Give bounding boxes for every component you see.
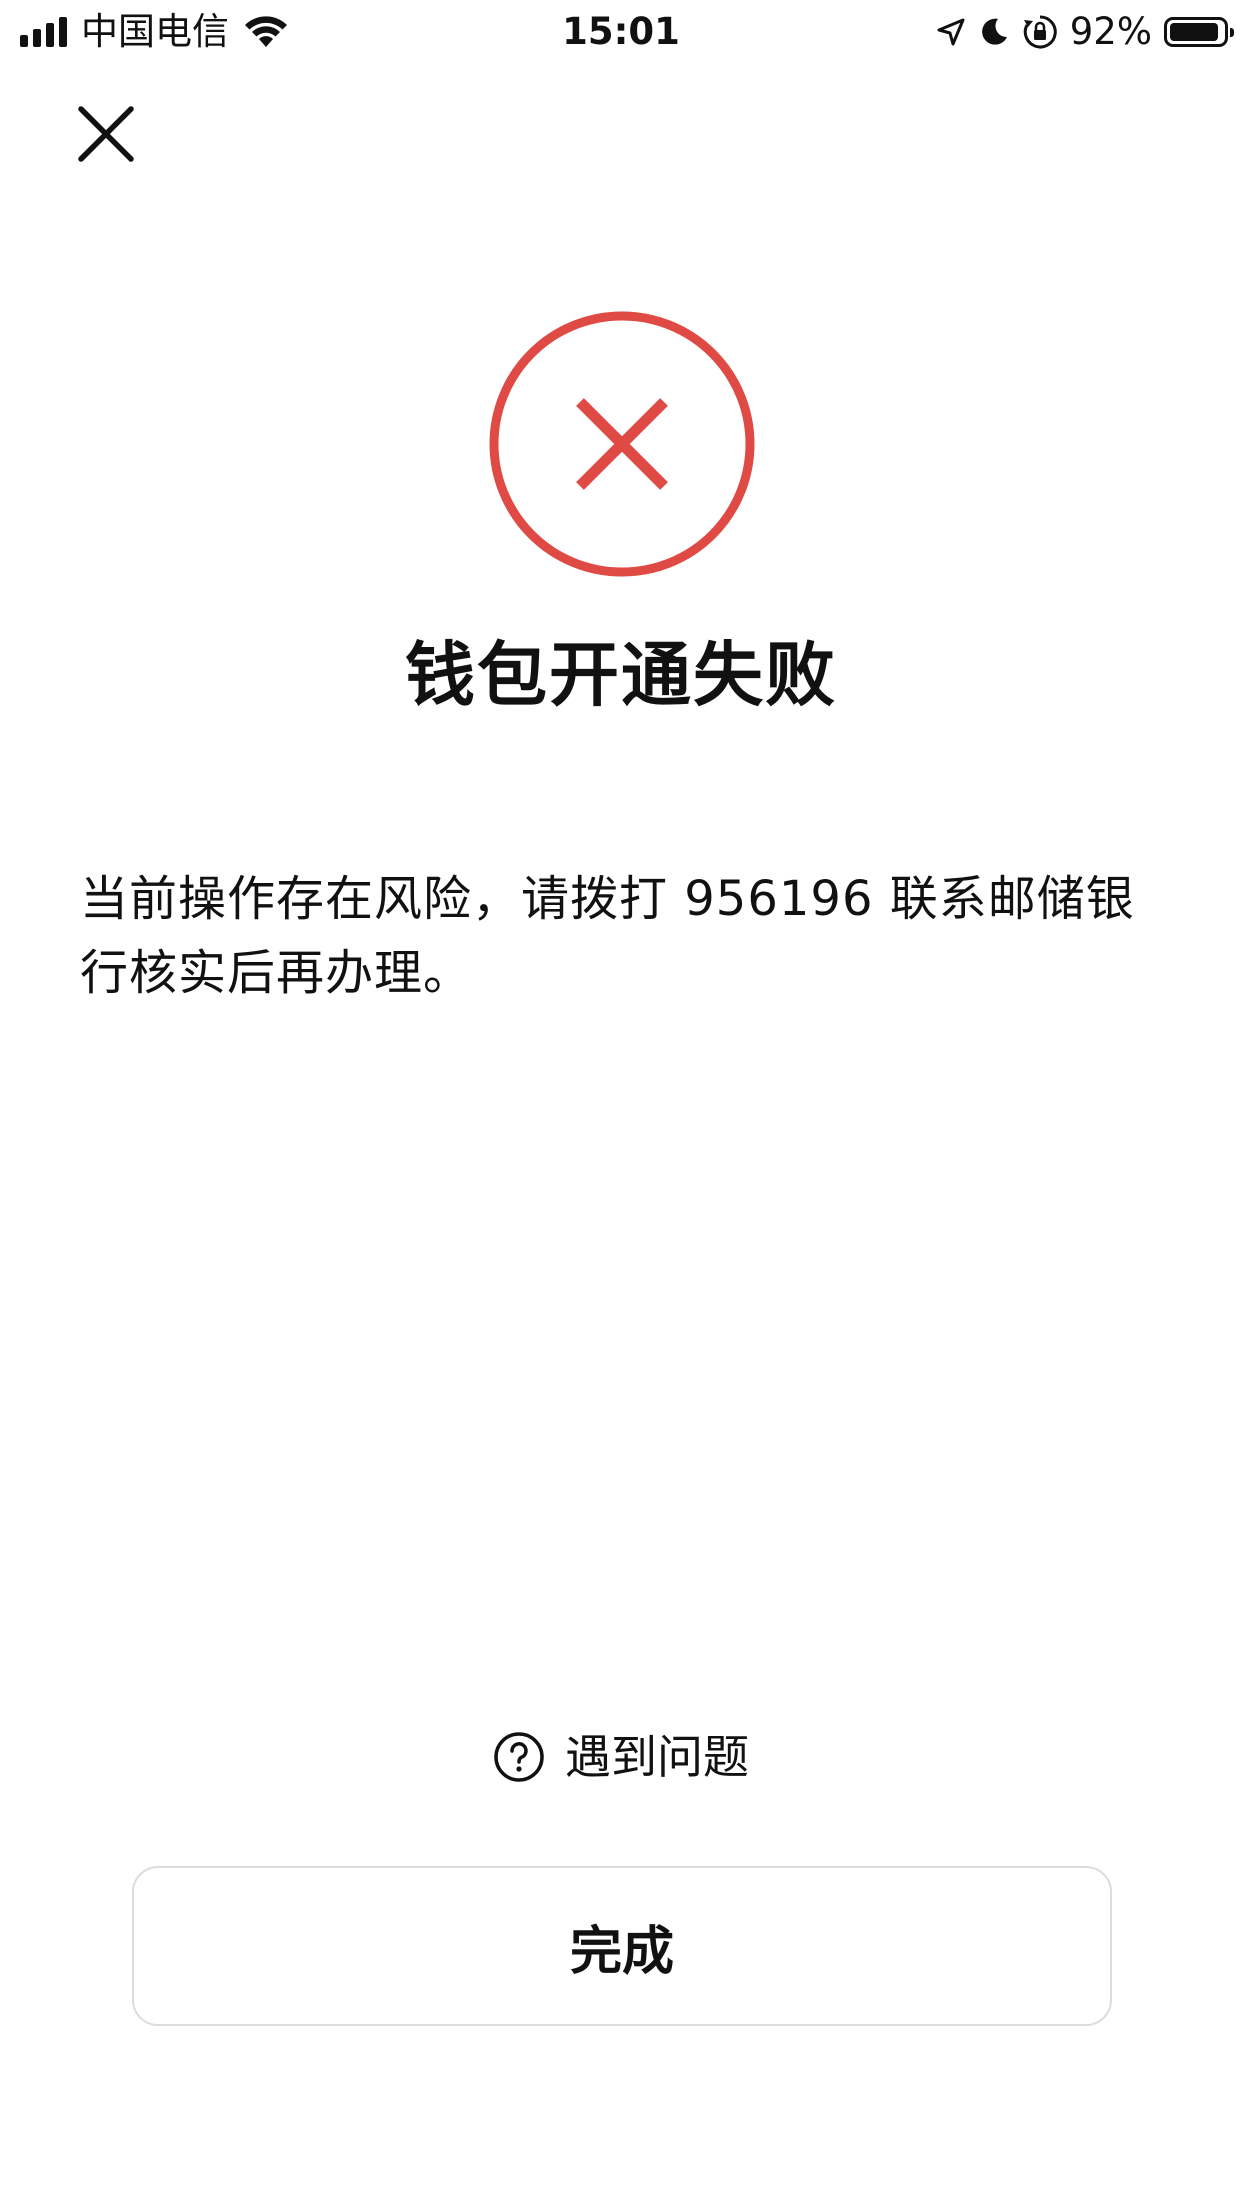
help-label: 遇到问题 bbox=[565, 1730, 749, 1784]
moon-icon bbox=[978, 16, 1010, 48]
result-description: 当前操作存在风险，请拨打 956196 联系邮储银行核实后再办理。 bbox=[80, 871, 1135, 1001]
location-icon bbox=[936, 17, 966, 47]
status-bar: 中国电信 15:01 92% bbox=[0, 0, 1242, 64]
help-link[interactable]: 遇到问题 bbox=[0, 1722, 1242, 1792]
fail-x-circle-icon bbox=[488, 310, 756, 578]
close-icon bbox=[78, 106, 134, 162]
battery-icon bbox=[1164, 17, 1234, 47]
rotation-lock-icon bbox=[1022, 14, 1058, 50]
close-button[interactable] bbox=[70, 98, 142, 170]
battery-fill bbox=[1170, 23, 1218, 41]
battery-percent: 92% bbox=[1069, 10, 1152, 53]
status-right: 92% bbox=[936, 10, 1234, 54]
result-title: 钱包开通失败 bbox=[405, 634, 837, 716]
done-button[interactable]: 完成 bbox=[132, 1866, 1112, 2026]
question-circle-icon bbox=[493, 1731, 545, 1783]
